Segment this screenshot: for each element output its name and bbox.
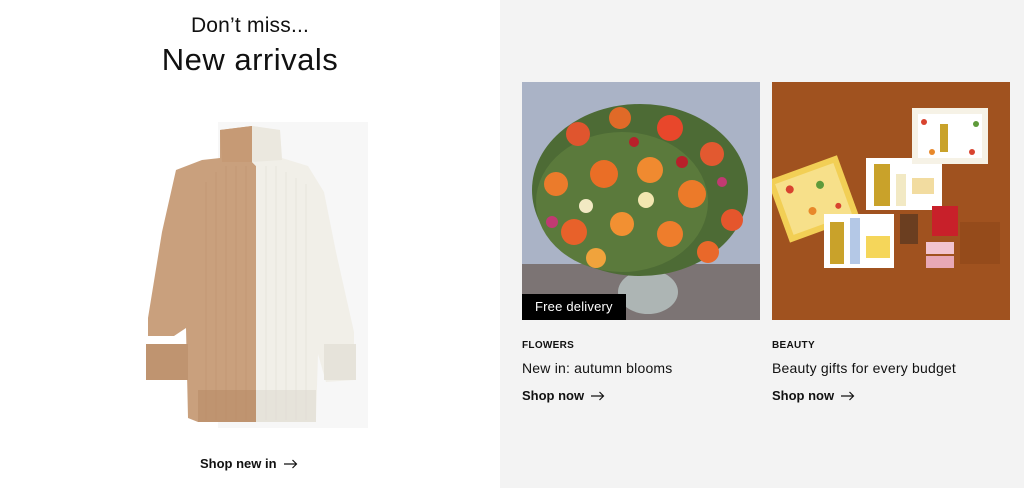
flowers-image[interactable]: Free delivery xyxy=(522,82,760,320)
beauty-image[interactable] xyxy=(772,82,1010,320)
shop-now-label: Shop now xyxy=(522,388,585,403)
promo-panel: Free delivery FLOWERS New in: autumn blo… xyxy=(500,0,1024,488)
beauty-gifts-illustration xyxy=(772,82,1010,320)
shop-new-in-label: Shop new in xyxy=(200,456,277,471)
new-arrivals-panel: Don’t miss... New arrivals Shop new in xyxy=(0,0,500,488)
shop-now-label: Shop now xyxy=(772,388,835,403)
shop-now-beauty-link[interactable]: Shop now xyxy=(772,388,855,403)
eyebrow-text: Don’t miss... xyxy=(190,14,310,37)
flowers-illustration xyxy=(522,82,760,320)
page-title: New arrivals xyxy=(161,42,339,77)
arrow-right-icon xyxy=(283,459,297,468)
promo-card-flowers: Free delivery FLOWERS New in: autumn blo… xyxy=(522,82,760,405)
card-title[interactable]: New in: autumn blooms xyxy=(522,360,760,376)
free-delivery-badge: Free delivery xyxy=(522,294,626,320)
arrow-right-icon xyxy=(591,391,605,400)
sweater-image[interactable] xyxy=(140,122,370,428)
card-category: BEAUTY xyxy=(772,340,815,351)
shop-new-in-link[interactable]: Shop new in xyxy=(200,456,298,471)
card-title[interactable]: Beauty gifts for every budget xyxy=(772,360,1010,376)
card-category: FLOWERS xyxy=(522,340,575,351)
shop-now-flowers-link[interactable]: Shop now xyxy=(522,388,605,403)
arrow-right-icon xyxy=(841,391,855,400)
promo-card-beauty: BEAUTY Beauty gifts for every budget Sho… xyxy=(772,82,1010,405)
sweater-illustration xyxy=(146,126,356,422)
